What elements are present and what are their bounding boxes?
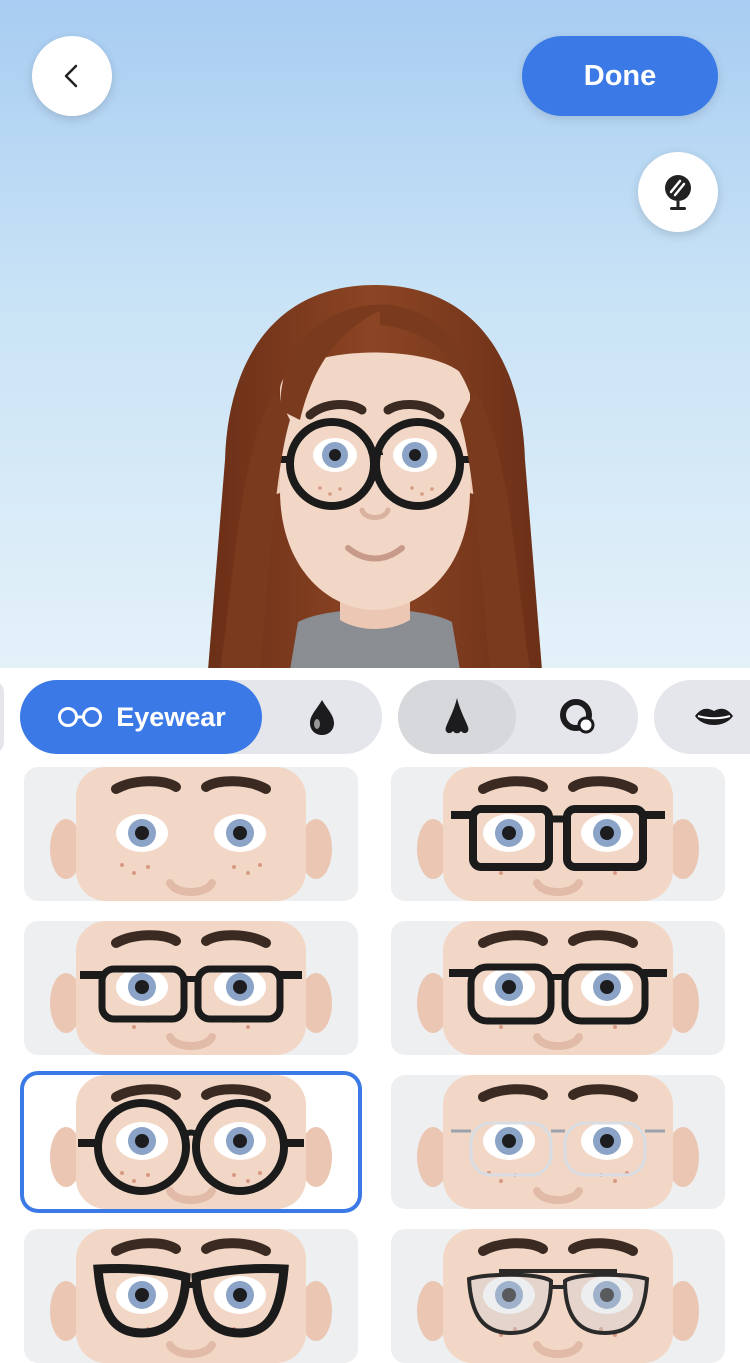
nose-icon (445, 698, 469, 734)
eyewear-preview-face (50, 1229, 332, 1363)
eyewear-option-square-thick[interactable] (391, 767, 725, 901)
eyewear-preview-face (50, 767, 332, 901)
eyewear-option-cat-eye[interactable] (24, 1229, 358, 1363)
chevron-left-icon (64, 64, 78, 88)
tab-nose-ring[interactable] (540, 680, 616, 754)
avatar-preview: Done (0, 0, 750, 668)
eyewear-option-rimless-clear[interactable] (391, 1075, 725, 1209)
eye-color-icon (310, 700, 334, 735)
nose-ring-icon (560, 699, 595, 734)
tab-eyewear[interactable]: Eyewear (20, 680, 262, 754)
eyewear-preview-face (417, 921, 699, 1055)
mirror-button[interactable] (638, 152, 718, 232)
eyewear-preview-face (417, 1229, 699, 1363)
glasses-icon (58, 707, 103, 727)
category-bar: Eyewear (0, 668, 750, 764)
eyewear-grid (0, 764, 750, 1363)
back-button[interactable] (32, 36, 112, 116)
lips-icon (695, 708, 733, 725)
eyewear-option-none[interactable] (24, 767, 358, 901)
eyewear-preview-face (417, 767, 699, 901)
tab-eye-color[interactable] (290, 680, 354, 754)
tab-nose[interactable] (398, 680, 516, 754)
done-button[interactable]: Done (522, 36, 718, 116)
eyewear-preview-face (50, 1075, 332, 1209)
eyewear-preview-face (417, 1075, 699, 1209)
mirror-icon (665, 175, 691, 210)
eyewear-option-aviator[interactable] (391, 1229, 725, 1363)
avatar (208, 285, 542, 668)
eyewear-option-round-thick[interactable] (24, 1075, 358, 1209)
eyewear-preview-face (50, 921, 332, 1055)
category-group-prev[interactable] (0, 680, 4, 754)
tab-lips[interactable] (684, 680, 744, 754)
eyewear-option-rectangle-thick[interactable] (24, 921, 358, 1055)
tab-eyewear-label: Eyewear (116, 701, 226, 732)
eyewear-option-rectangle-rounded[interactable] (391, 921, 725, 1055)
